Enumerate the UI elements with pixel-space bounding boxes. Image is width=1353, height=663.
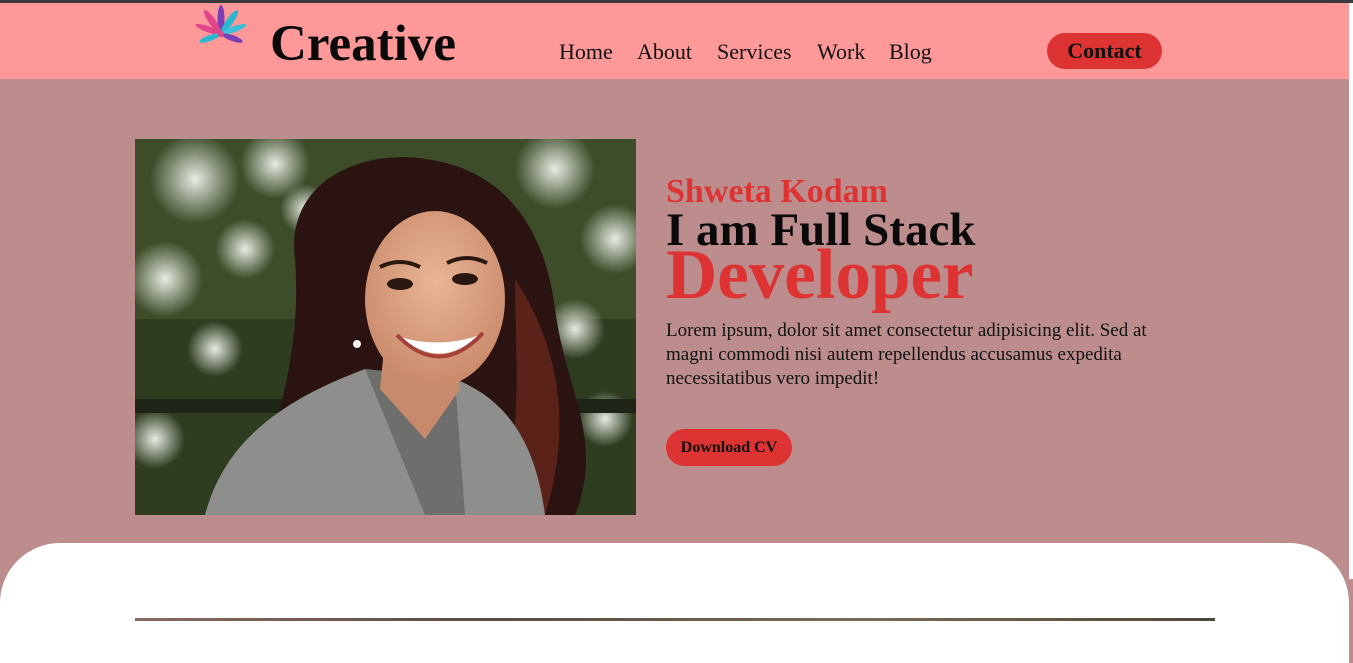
download-cv-button[interactable]: Download CV xyxy=(666,429,792,466)
site-header: Creative Home About Services Work Blog C… xyxy=(0,3,1349,79)
flower-logo-icon[interactable] xyxy=(191,4,251,58)
hero-description: Lorem ipsum, dolor sit amet consectetur … xyxy=(666,320,1147,389)
nav-home[interactable]: Home xyxy=(559,39,613,65)
portrait-photo xyxy=(135,139,636,515)
brand-name[interactable]: Creative xyxy=(270,14,456,74)
nav-blog[interactable]: Blog xyxy=(889,39,932,65)
nav-about[interactable]: About xyxy=(637,39,692,65)
next-section xyxy=(0,543,1349,663)
hero-role: Developer xyxy=(666,236,974,314)
nav-services[interactable]: Services xyxy=(717,39,792,65)
nav-work[interactable]: Work xyxy=(817,39,865,65)
contact-button[interactable]: Contact xyxy=(1047,33,1162,69)
scrollbar[interactable] xyxy=(1349,3,1353,579)
